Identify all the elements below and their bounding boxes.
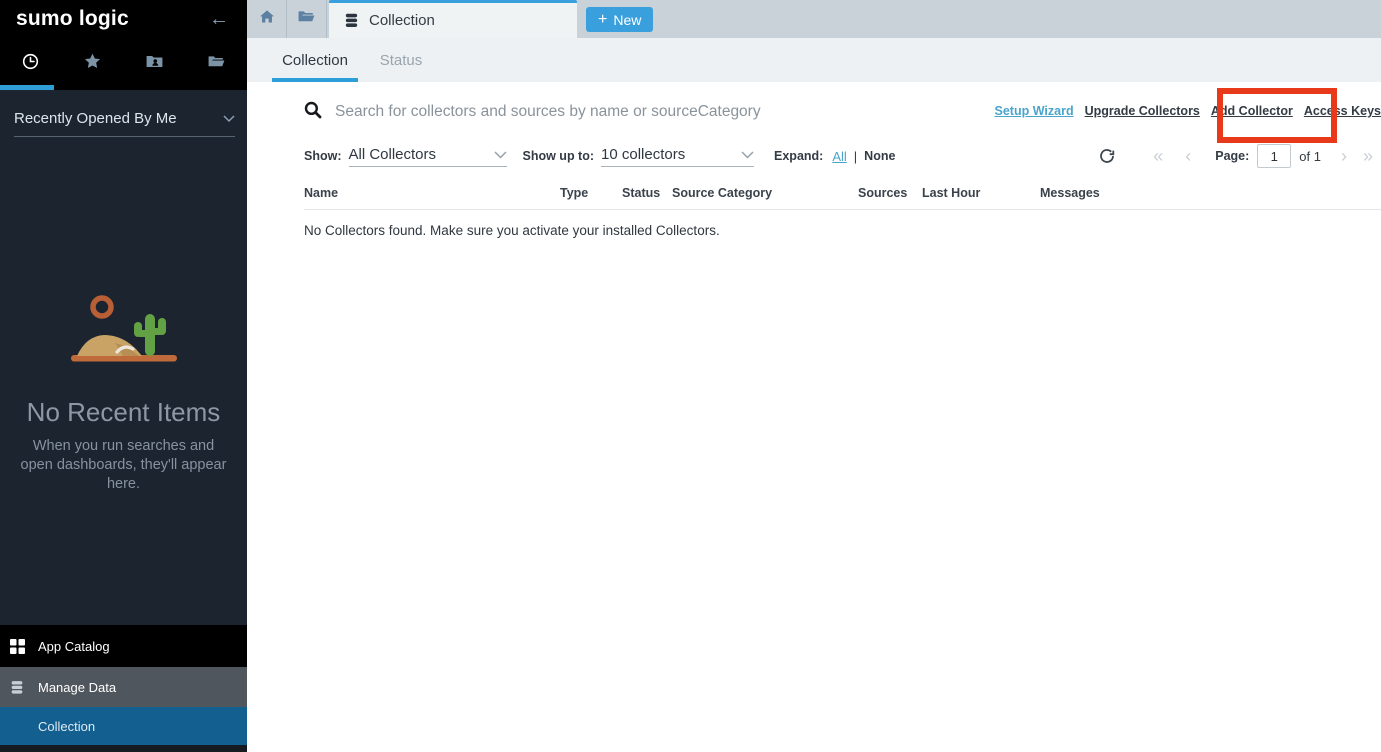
- new-button[interactable]: + New: [586, 7, 653, 32]
- tab-strip: Collection + New: [247, 0, 1381, 38]
- next-page-icon[interactable]: ›: [1341, 147, 1347, 165]
- subtab-collection[interactable]: Collection: [272, 38, 358, 82]
- sidebar-empty-state: No Recent Items When you run searches an…: [0, 292, 247, 494]
- search-icon: [304, 101, 322, 124]
- sumo-logic-logo: sumo logic: [16, 7, 129, 31]
- recently-opened-selector[interactable]: Recently Opened By Me: [14, 110, 235, 137]
- expand-none-label[interactable]: None: [864, 149, 895, 163]
- filter-row: Show: All Collectors Show up to: 10 coll…: [247, 136, 1381, 176]
- show-up-to-select[interactable]: 10 collectors: [601, 146, 754, 167]
- col-header-type: Type: [560, 186, 588, 200]
- refresh-icon[interactable]: [1099, 148, 1115, 164]
- chevron-down-icon: [741, 146, 754, 163]
- clock-icon: [21, 52, 40, 76]
- table-header: Name Type Status Source Category Sources…: [304, 182, 1381, 210]
- sidebar-tab-library[interactable]: [185, 38, 247, 90]
- setup-wizard-link[interactable]: Setup Wizard: [995, 104, 1074, 118]
- chevron-down-icon: [494, 146, 507, 163]
- empty-state-description: When you run searches and open dashboard…: [19, 437, 229, 494]
- sidebar-item-label: Manage Data: [38, 680, 116, 695]
- empty-table-message: No Collectors found. Make sure you activ…: [304, 223, 1381, 238]
- show-select-value: All Collectors: [349, 146, 437, 163]
- sidebar-tab-recents[interactable]: [0, 38, 62, 90]
- upgrade-collectors-link[interactable]: Upgrade Collectors: [1085, 104, 1200, 118]
- sidebar-bottom-strip: [0, 745, 247, 752]
- sidebar-item-label: Collection: [38, 719, 95, 734]
- open-folder-icon: [207, 52, 226, 76]
- collapse-sidebar-arrow-icon[interactable]: ←: [209, 9, 229, 29]
- sidebar-tab-shared[interactable]: [124, 38, 186, 90]
- expand-label: Expand:: [774, 149, 823, 163]
- folder-user-icon: [145, 52, 164, 76]
- show-label: Show:: [304, 149, 342, 163]
- page-label: Page:: [1215, 149, 1249, 163]
- sidebar-tab-favorites[interactable]: [62, 38, 124, 90]
- new-button-label: New: [613, 12, 641, 28]
- col-header-status: Status: [622, 186, 660, 200]
- sidebar: sumo logic ← Recently Opened By Me: [0, 0, 247, 752]
- desert-illustration: [49, 357, 199, 374]
- sidebar-item-label: App Catalog: [38, 639, 110, 654]
- active-nav-indicator: [0, 85, 54, 90]
- sidebar-item-collection[interactable]: Collection: [0, 707, 247, 745]
- open-folder-icon: [297, 7, 316, 31]
- sidebar-item-app-catalog[interactable]: App Catalog: [0, 625, 247, 667]
- col-header-last-hour: Last Hour: [922, 186, 980, 200]
- pagination: « ‹ Page: of 1 › »: [1099, 136, 1373, 176]
- sidebar-icon-nav: [0, 38, 247, 90]
- sidebar-header: sumo logic ←: [0, 0, 247, 38]
- show-up-to-label: Show up to:: [523, 149, 595, 163]
- search-input[interactable]: [335, 103, 955, 121]
- subtab-bar: Collection Status: [247, 38, 1381, 82]
- plus-icon: +: [598, 12, 607, 28]
- home-button[interactable]: [247, 0, 287, 38]
- col-header-source-category: Source Category: [672, 186, 772, 200]
- access-keys-link[interactable]: Access Keys: [1304, 104, 1381, 118]
- col-header-messages: Messages: [1040, 186, 1100, 200]
- collection-content: Setup Wizard Upgrade Collectors Add Coll…: [247, 82, 1381, 752]
- first-page-icon[interactable]: «: [1153, 147, 1163, 165]
- show-select[interactable]: All Collectors: [349, 146, 507, 167]
- page-number-input[interactable]: [1257, 144, 1291, 168]
- expand-all-link[interactable]: All: [832, 149, 846, 164]
- expand-divider: |: [854, 149, 857, 164]
- col-header-sources: Sources: [858, 186, 907, 200]
- main-area: Collection + New Collection Status Setup: [247, 0, 1381, 752]
- last-page-icon[interactable]: »: [1363, 147, 1373, 165]
- add-collector-link[interactable]: Add Collector: [1211, 104, 1293, 118]
- library-button[interactable]: [287, 0, 327, 38]
- recently-opened-label: Recently Opened By Me: [14, 110, 177, 127]
- home-icon: [258, 8, 276, 31]
- sidebar-item-manage-data[interactable]: Manage Data: [0, 667, 247, 707]
- show-up-to-value: 10 collectors: [601, 146, 685, 163]
- app-window: sumo logic ← Recently Opened By Me: [0, 0, 1381, 752]
- col-header-name: Name: [304, 186, 338, 200]
- subtab-label: Collection: [282, 52, 348, 69]
- chevron-down-icon: [223, 110, 235, 127]
- subtab-label: Status: [380, 52, 423, 69]
- page-total-label: of 1: [1299, 149, 1321, 164]
- collection-database-icon: [343, 12, 360, 29]
- prev-page-icon[interactable]: ‹: [1185, 147, 1191, 165]
- tab-collection[interactable]: Collection: [329, 0, 577, 38]
- database-icon: [9, 679, 25, 696]
- empty-state-title: No Recent Items: [0, 397, 247, 428]
- tab-label: Collection: [369, 12, 435, 29]
- sidebar-bottom-menu: App Catalog Manage Data Collection: [0, 625, 247, 752]
- subtab-status[interactable]: Status: [358, 38, 444, 82]
- star-icon: [83, 52, 102, 76]
- grid-icon: [9, 639, 25, 654]
- toolbar-links: Setup Wizard Upgrade Collectors Add Coll…: [995, 104, 1381, 118]
